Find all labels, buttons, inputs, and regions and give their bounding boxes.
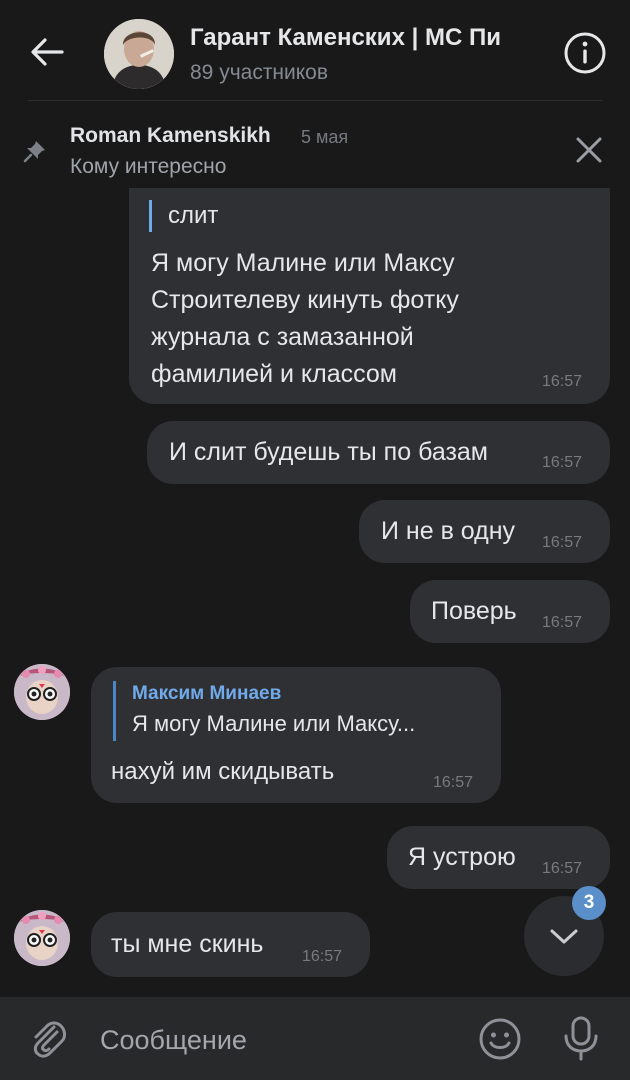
message-bubble[interactable]: Поверь 16:57 [410, 580, 610, 643]
message-text: И не в одну [381, 517, 516, 545]
attach-button[interactable] [24, 1015, 72, 1063]
voice-message-button[interactable] [558, 1013, 604, 1063]
avatar-photo [14, 664, 70, 720]
back-button[interactable] [22, 30, 72, 74]
message-text: ты мне скинь [111, 930, 264, 958]
paperclip-icon [33, 1021, 66, 1058]
message-text: И слит будешь ты по базам [169, 438, 488, 466]
pin-icon [23, 141, 45, 163]
pinned-text: Кому интересно [70, 155, 227, 178]
message-time: 16:57 [542, 534, 583, 551]
message-bubble[interactable]: Максим Минаев Я могу Малине или Максу...… [91, 667, 501, 803]
message-input[interactable] [98, 1017, 462, 1063]
message-line: журнала с замазанной [151, 323, 414, 351]
message-composer [0, 997, 630, 1080]
emoji-icon [479, 1018, 521, 1060]
message-bubble[interactable]: И не в одну 16:57 [359, 500, 610, 563]
message-line: фамилией и классом [151, 360, 397, 388]
quoted-text: Я могу Малине или Максу... [132, 711, 416, 736]
message-time: 16:57 [542, 454, 583, 471]
emoji-button[interactable] [476, 1015, 524, 1063]
message-line: Строителеву кинуть фотку [151, 286, 459, 314]
message-time: 16:57 [302, 948, 343, 965]
message-bubble[interactable]: И слит будешь ты по базам 16:57 [147, 421, 610, 484]
message-time: 16:57 [433, 774, 474, 791]
quoted-message[interactable]: Максим Минаев Я могу Малине или Максу... [113, 681, 415, 741]
close-icon [576, 137, 602, 163]
message-bubble[interactable]: ты мне скинь 16:57 [91, 912, 370, 977]
back-arrow-icon [31, 38, 64, 66]
message-time: 16:57 [542, 860, 583, 877]
quoted-author: Максим Минаев [132, 683, 282, 704]
chat-title[interactable]: Гарант Каменских | МС Пи [190, 24, 540, 52]
message-time: 16:57 [542, 373, 583, 390]
pinned-message-bar[interactable] [0, 101, 630, 198]
sender-avatar[interactable] [14, 664, 70, 720]
avatar-photo [104, 19, 174, 89]
chat-header: Гарант Каменских | МС Пи 89 участников [0, 0, 630, 100]
pinned-date: 5 мая [301, 127, 349, 147]
message-text: нахуй им скидывать [111, 758, 335, 785]
chat-avatar[interactable] [104, 19, 174, 89]
message-time: 16:57 [542, 614, 583, 631]
quoted-message[interactable]: слит [149, 200, 218, 232]
unread-badge: 3 [572, 886, 606, 920]
info-icon [564, 32, 606, 74]
message-line: Я могу Малине или Максу [151, 249, 455, 277]
message-text: Поверь [431, 597, 517, 625]
message-text: Я устрою [408, 843, 516, 871]
message-bubble[interactable]: Я устрою 16:57 [387, 826, 610, 889]
unpin-close-button[interactable] [571, 132, 607, 168]
sender-avatar[interactable] [14, 910, 70, 966]
avatar-photo [14, 910, 70, 966]
participant-count: 89 участников [190, 61, 329, 84]
message-bubble[interactable]: слит Я могу Малине или Максу Строителеву… [129, 188, 610, 404]
info-button[interactable] [562, 30, 608, 76]
pinned-author: Roman Kamenskikh [70, 124, 271, 147]
quoted-text: слит [168, 202, 219, 229]
microphone-icon [564, 1016, 598, 1061]
